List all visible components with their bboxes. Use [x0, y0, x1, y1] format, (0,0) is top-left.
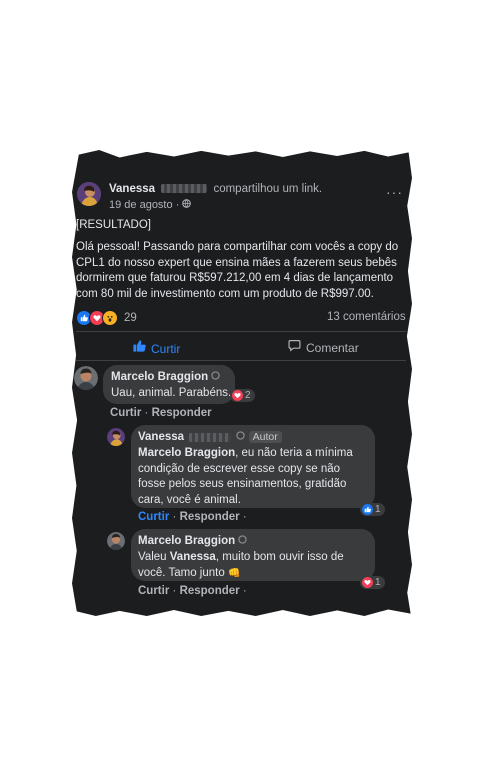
post-like-label: Curtir	[151, 341, 181, 356]
redacted-surname	[161, 184, 208, 194]
post-comment-button[interactable]: Comentar	[288, 339, 359, 357]
reply-like-link[interactable]: Curtir	[138, 511, 169, 523]
post-comments-count[interactable]: 13 comentários	[327, 311, 406, 323]
reply-actions-sep: ·	[172, 511, 177, 523]
action-divider-bottom	[76, 360, 406, 361]
commenter-avatar[interactable]	[74, 366, 98, 390]
like-reaction-icon	[362, 504, 373, 515]
reply-text-pre: Valeu	[138, 551, 170, 563]
comment-actions: Curtir · Responder	[110, 407, 212, 419]
reply-text-block: Valeu Vanessa, muito bom ouvir isso de v…	[138, 550, 370, 581]
reply-author[interactable]: Vanessa	[138, 431, 184, 443]
reply-actions: Curtir · Responder ·	[138, 585, 247, 597]
post-meta: 19 de agosto ·	[109, 199, 192, 211]
comment-author-line: Marcelo Braggion	[111, 371, 221, 383]
author-badge-icon	[238, 535, 248, 547]
avatar-photo-icon	[77, 182, 101, 206]
reply-reactions[interactable]: 1	[360, 576, 385, 589]
reply-mention[interactable]: Marcelo Braggion	[138, 447, 235, 459]
post-author-name[interactable]: Vanessa	[109, 183, 155, 195]
reply-bubble: Marcelo Braggion Valeu Vanessa, muito bo…	[131, 529, 375, 581]
reply-author-line: Vanessa Autor	[138, 431, 282, 444]
author-badge: Autor	[248, 431, 282, 444]
comment-like-link[interactable]: Curtir	[110, 407, 141, 419]
wow-reaction-icon	[102, 310, 118, 326]
reply-text-block: Marcelo Braggion, eu não teria a mínima …	[138, 446, 370, 508]
reply-author-avatar[interactable]	[107, 428, 125, 446]
post-options-button[interactable]: ···	[386, 184, 403, 200]
comment-reaction-count: 2	[245, 390, 251, 401]
reply-reaction-count: 1	[375, 577, 381, 588]
post-action: compartilhou um link.	[213, 183, 323, 195]
thumbs-up-icon	[132, 339, 146, 358]
reply-reply-link[interactable]: Responder	[180, 585, 240, 597]
reply-reaction-count: 1	[375, 504, 381, 515]
comment-bubble-icon	[288, 339, 301, 357]
comment-reply-link[interactable]: Responder	[152, 407, 212, 419]
post-date-sep: ·	[175, 199, 180, 211]
avatar-photo-icon	[107, 428, 125, 446]
post-date[interactable]: 19 de agosto	[109, 199, 173, 211]
person-photo-icon	[74, 366, 98, 390]
globe-icon	[182, 199, 192, 211]
heart-reaction-icon	[362, 577, 373, 588]
reply-mention[interactable]: Vanessa	[170, 551, 216, 563]
reply-actions: Curtir · Responder ·	[138, 511, 247, 523]
reply-reactions[interactable]: 1	[360, 503, 385, 516]
redacted-surname	[189, 432, 232, 442]
reply-reply-link[interactable]: Responder	[180, 511, 240, 523]
reply-author-avatar[interactable]	[107, 532, 125, 550]
post-header-line: Vanessa compartilhou um link.	[109, 183, 322, 195]
author-badge-icon	[236, 431, 246, 443]
reply-actions-trail: ·	[242, 585, 247, 597]
post-body-text: Olá pessoal! Passando para compartilhar …	[76, 241, 399, 300]
fist-bump-emoji: 👊	[227, 567, 241, 579]
reply-like-link[interactable]: Curtir	[138, 585, 169, 597]
reply-author-line: Marcelo Braggion	[138, 535, 248, 547]
reply-actions-sep: ·	[172, 585, 177, 597]
reply-actions-trail: ·	[242, 511, 247, 523]
person-photo-icon	[107, 532, 125, 550]
action-divider-top	[76, 331, 406, 332]
post-author-avatar[interactable]	[77, 182, 101, 206]
post-like-button[interactable]: Curtir	[132, 339, 180, 358]
comment-reactions[interactable]: 2	[230, 389, 255, 402]
comment-actions-sep: ·	[144, 407, 149, 419]
comment-text: Uau, animal. Parabéns.	[111, 387, 232, 399]
reply-author[interactable]: Marcelo Braggion	[138, 535, 235, 547]
post-comment-label: Comentar	[306, 341, 359, 355]
heart-reaction-icon	[232, 390, 243, 401]
reply-bubble: Vanessa Autor Marcelo Braggion, eu não t…	[131, 425, 375, 508]
comment-bubble: Marcelo Braggion Uau, animal. Parabéns.	[103, 365, 235, 404]
comment-author[interactable]: Marcelo Braggion	[111, 371, 208, 383]
author-badge-icon	[211, 371, 221, 383]
post-body-tag: [RESULTADO]	[76, 219, 151, 231]
post-reaction-count: 29	[124, 312, 137, 324]
post-reactions-summary[interactable]: 29	[76, 310, 137, 326]
